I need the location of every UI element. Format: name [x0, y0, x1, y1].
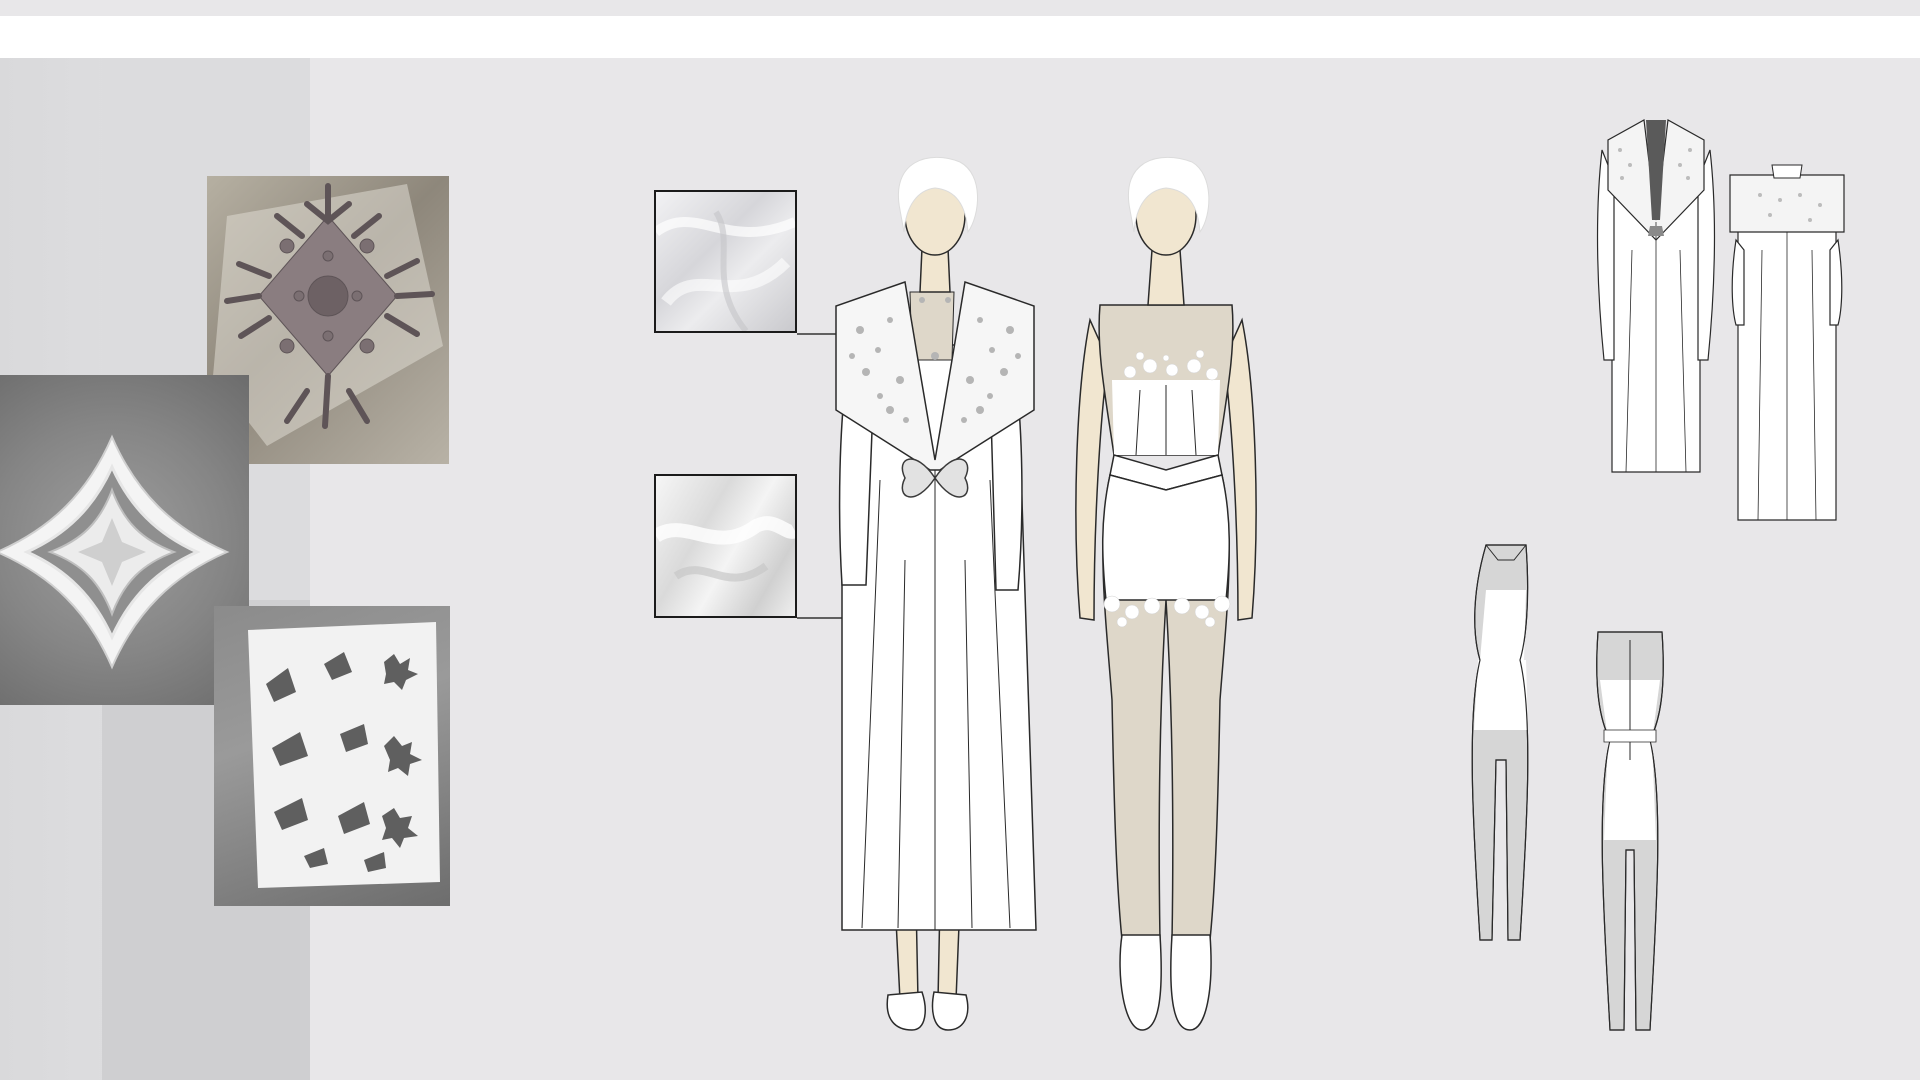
- illustration-layer: [797, 119, 1845, 1031]
- coat-front-flat: [1596, 119, 1716, 473]
- coat-look-figure: [835, 156, 1037, 1031]
- coat-back-flat: [1729, 164, 1845, 521]
- jumpsuit-look-figure: [1075, 156, 1257, 1031]
- jumpsuit-front-flat: [1471, 544, 1529, 941]
- jumpsuit-back-flat: [1596, 631, 1664, 1031]
